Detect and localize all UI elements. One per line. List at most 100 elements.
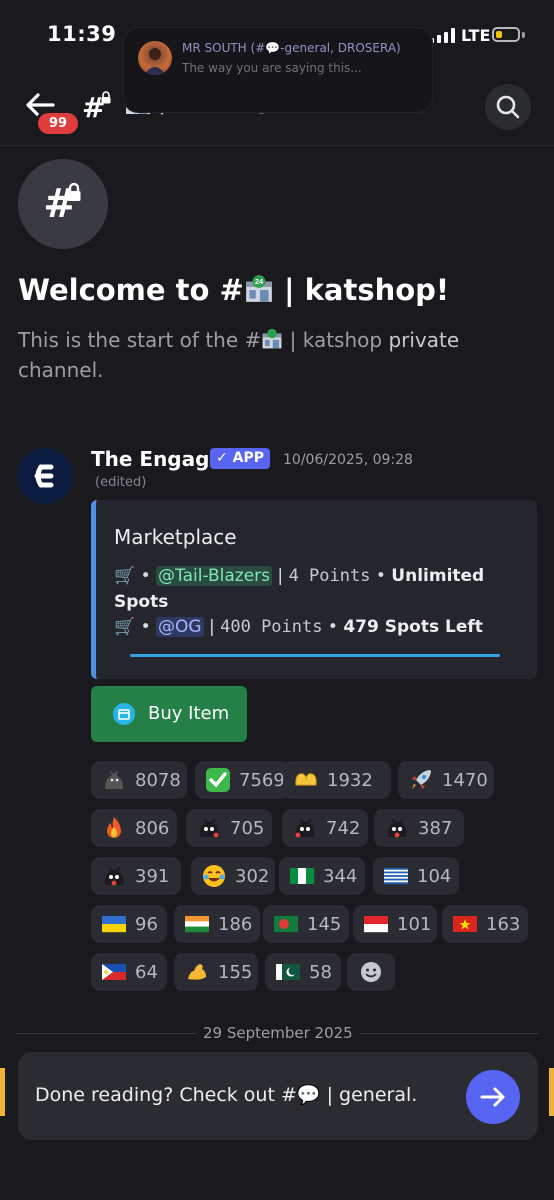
reaction-flag-pakistan[interactable]: 58 bbox=[265, 953, 341, 991]
embed-progress-underline bbox=[130, 654, 500, 657]
battery-icon bbox=[492, 27, 520, 42]
reaction-cat[interactable]: 8078 bbox=[91, 761, 187, 799]
date-divider-label: 29 September 2025 bbox=[196, 1024, 360, 1042]
message-author[interactable]: The Engage bbox=[91, 447, 223, 471]
reaction-flag-nigeria[interactable]: 344 bbox=[279, 857, 365, 895]
engage-logo-icon bbox=[34, 464, 54, 488]
reaction-count: 705 bbox=[230, 817, 265, 839]
role-mention-og[interactable]: @OG bbox=[156, 617, 204, 637]
reaction-fire[interactable]: 806 bbox=[91, 809, 177, 847]
reaction-count: 64 bbox=[135, 961, 158, 983]
reaction-count: 1470 bbox=[442, 769, 488, 791]
rocket-icon bbox=[408, 767, 434, 793]
reaction-count: 104 bbox=[417, 865, 452, 887]
channel-big-icon: # bbox=[18, 159, 108, 249]
cat-sticker-2-icon bbox=[292, 815, 318, 841]
reaction-count: 7569 bbox=[239, 769, 285, 791]
muscle-icon bbox=[184, 959, 210, 985]
reaction-rocket[interactable]: 1470 bbox=[398, 761, 494, 799]
arrow-right-icon bbox=[480, 1087, 505, 1107]
cat-sticker-1-icon bbox=[196, 815, 222, 841]
item-2-spots: 479 Spots Left bbox=[343, 617, 483, 637]
flag-nigeria-icon bbox=[289, 863, 315, 889]
flag-greece-icon bbox=[383, 863, 409, 889]
cat-icon bbox=[101, 767, 127, 793]
store-icon bbox=[113, 703, 135, 725]
buy-item-label: Buy Item bbox=[148, 703, 230, 724]
store-emoji-icon: 24 bbox=[244, 274, 274, 304]
item-1-points: 4 Points bbox=[288, 566, 371, 586]
store-emoji-icon bbox=[261, 328, 283, 350]
reaction-count: 1932 bbox=[327, 769, 373, 791]
message-timestamp: 10/06/2025, 09:28 bbox=[283, 452, 413, 468]
item-1-spots-a: Unlimited bbox=[391, 566, 485, 586]
reaction-count: 387 bbox=[418, 817, 453, 839]
reaction-count: 145 bbox=[307, 913, 342, 935]
right-accent-bar bbox=[549, 1068, 554, 1116]
reaction-flag-india[interactable]: 186 bbox=[174, 905, 260, 943]
flag-vietnam-icon bbox=[452, 911, 478, 937]
reaction-flag-greece[interactable]: 104 bbox=[373, 857, 459, 895]
reaction-muscle[interactable]: 155 bbox=[174, 953, 258, 991]
flag-india-icon bbox=[184, 911, 210, 937]
reaction-count: 806 bbox=[135, 817, 170, 839]
check-icon: ✓ bbox=[216, 450, 228, 466]
left-accent-bar bbox=[0, 1068, 5, 1116]
smiley-icon bbox=[361, 962, 381, 982]
reaction-flag-philippines[interactable]: 64 bbox=[91, 953, 167, 991]
heart-hands-icon bbox=[293, 767, 319, 793]
item-1-spots-b: Spots bbox=[114, 592, 169, 612]
search-button[interactable] bbox=[485, 84, 531, 130]
notification-body: The way you are saying this... bbox=[182, 61, 362, 75]
joy-icon bbox=[201, 863, 227, 889]
reaction-cat-sticker-2[interactable]: 742 bbox=[282, 809, 368, 847]
reaction-cat-sticker-3[interactable]: 387 bbox=[374, 809, 464, 847]
flag-pakistan-icon bbox=[275, 959, 301, 985]
private-channel-icon: # bbox=[43, 181, 81, 227]
edited-label: (edited) bbox=[95, 475, 147, 490]
search-icon bbox=[496, 95, 520, 119]
reaction-count: 58 bbox=[309, 961, 332, 983]
flag-bangladesh-icon bbox=[273, 911, 299, 937]
fire-icon bbox=[101, 815, 127, 841]
reaction-flag-vietnam[interactable]: 163 bbox=[442, 905, 528, 943]
reaction-count: 96 bbox=[135, 913, 158, 935]
reaction-count: 302 bbox=[235, 865, 270, 887]
embed-item-1: 🛒 • @Tail-Blazers | 4 Points • Unlimited bbox=[114, 566, 485, 586]
embed-item-2: 🛒 • @OG | 400 Points • 479 Spots Left bbox=[114, 617, 483, 637]
flag-philippines-icon bbox=[101, 959, 127, 985]
reaction-count: 344 bbox=[323, 865, 358, 887]
go-to-channel-button[interactable] bbox=[466, 1070, 520, 1124]
reaction-count: 163 bbox=[486, 913, 521, 935]
cat-sticker-4-icon bbox=[101, 863, 127, 889]
network-label: LTE bbox=[461, 26, 491, 45]
shopping-cart-icon: 🛒 bbox=[114, 566, 136, 586]
reaction-count: 742 bbox=[326, 817, 361, 839]
add-reaction-button[interactable] bbox=[347, 953, 395, 991]
reaction-joy[interactable]: 302 bbox=[191, 857, 275, 895]
reaction-check[interactable]: 7569 bbox=[195, 761, 291, 799]
reaction-cat-sticker-1[interactable]: 705 bbox=[186, 809, 272, 847]
battery-tip bbox=[522, 32, 525, 38]
bot-avatar[interactable] bbox=[17, 448, 73, 504]
reaction-flag-bangladesh[interactable]: 145 bbox=[263, 905, 349, 943]
reaction-cat-sticker-4[interactable]: 391 bbox=[91, 857, 181, 895]
buy-item-button[interactable]: Buy Item bbox=[91, 686, 247, 742]
shopping-cart-icon: 🛒 bbox=[114, 617, 136, 637]
flag-ukraine-icon bbox=[101, 911, 127, 937]
reaction-flag-ukraine[interactable]: 96 bbox=[91, 905, 167, 943]
role-mention-tail-blazers[interactable]: @Tail-Blazers bbox=[156, 566, 273, 586]
header-divider bbox=[0, 145, 554, 146]
svg-text:#: # bbox=[43, 181, 77, 227]
flag-indonesia-icon bbox=[363, 911, 389, 937]
next-channel-text: Done reading? Check out #💬 | general. bbox=[35, 1084, 418, 1106]
unread-badge: 99 bbox=[38, 113, 78, 134]
status-time: 11:39 bbox=[47, 22, 117, 46]
check-icon bbox=[205, 767, 231, 793]
reaction-heart-hands[interactable]: 1932 bbox=[283, 761, 391, 799]
notification-title: MR SOUTH (#💬-general, DROSERA) bbox=[182, 41, 401, 55]
reaction-count: 186 bbox=[218, 913, 253, 935]
reaction-flag-indonesia[interactable]: 101 bbox=[353, 905, 437, 943]
reaction-count: 8078 bbox=[135, 769, 181, 791]
cat-sticker-3-icon bbox=[384, 815, 410, 841]
